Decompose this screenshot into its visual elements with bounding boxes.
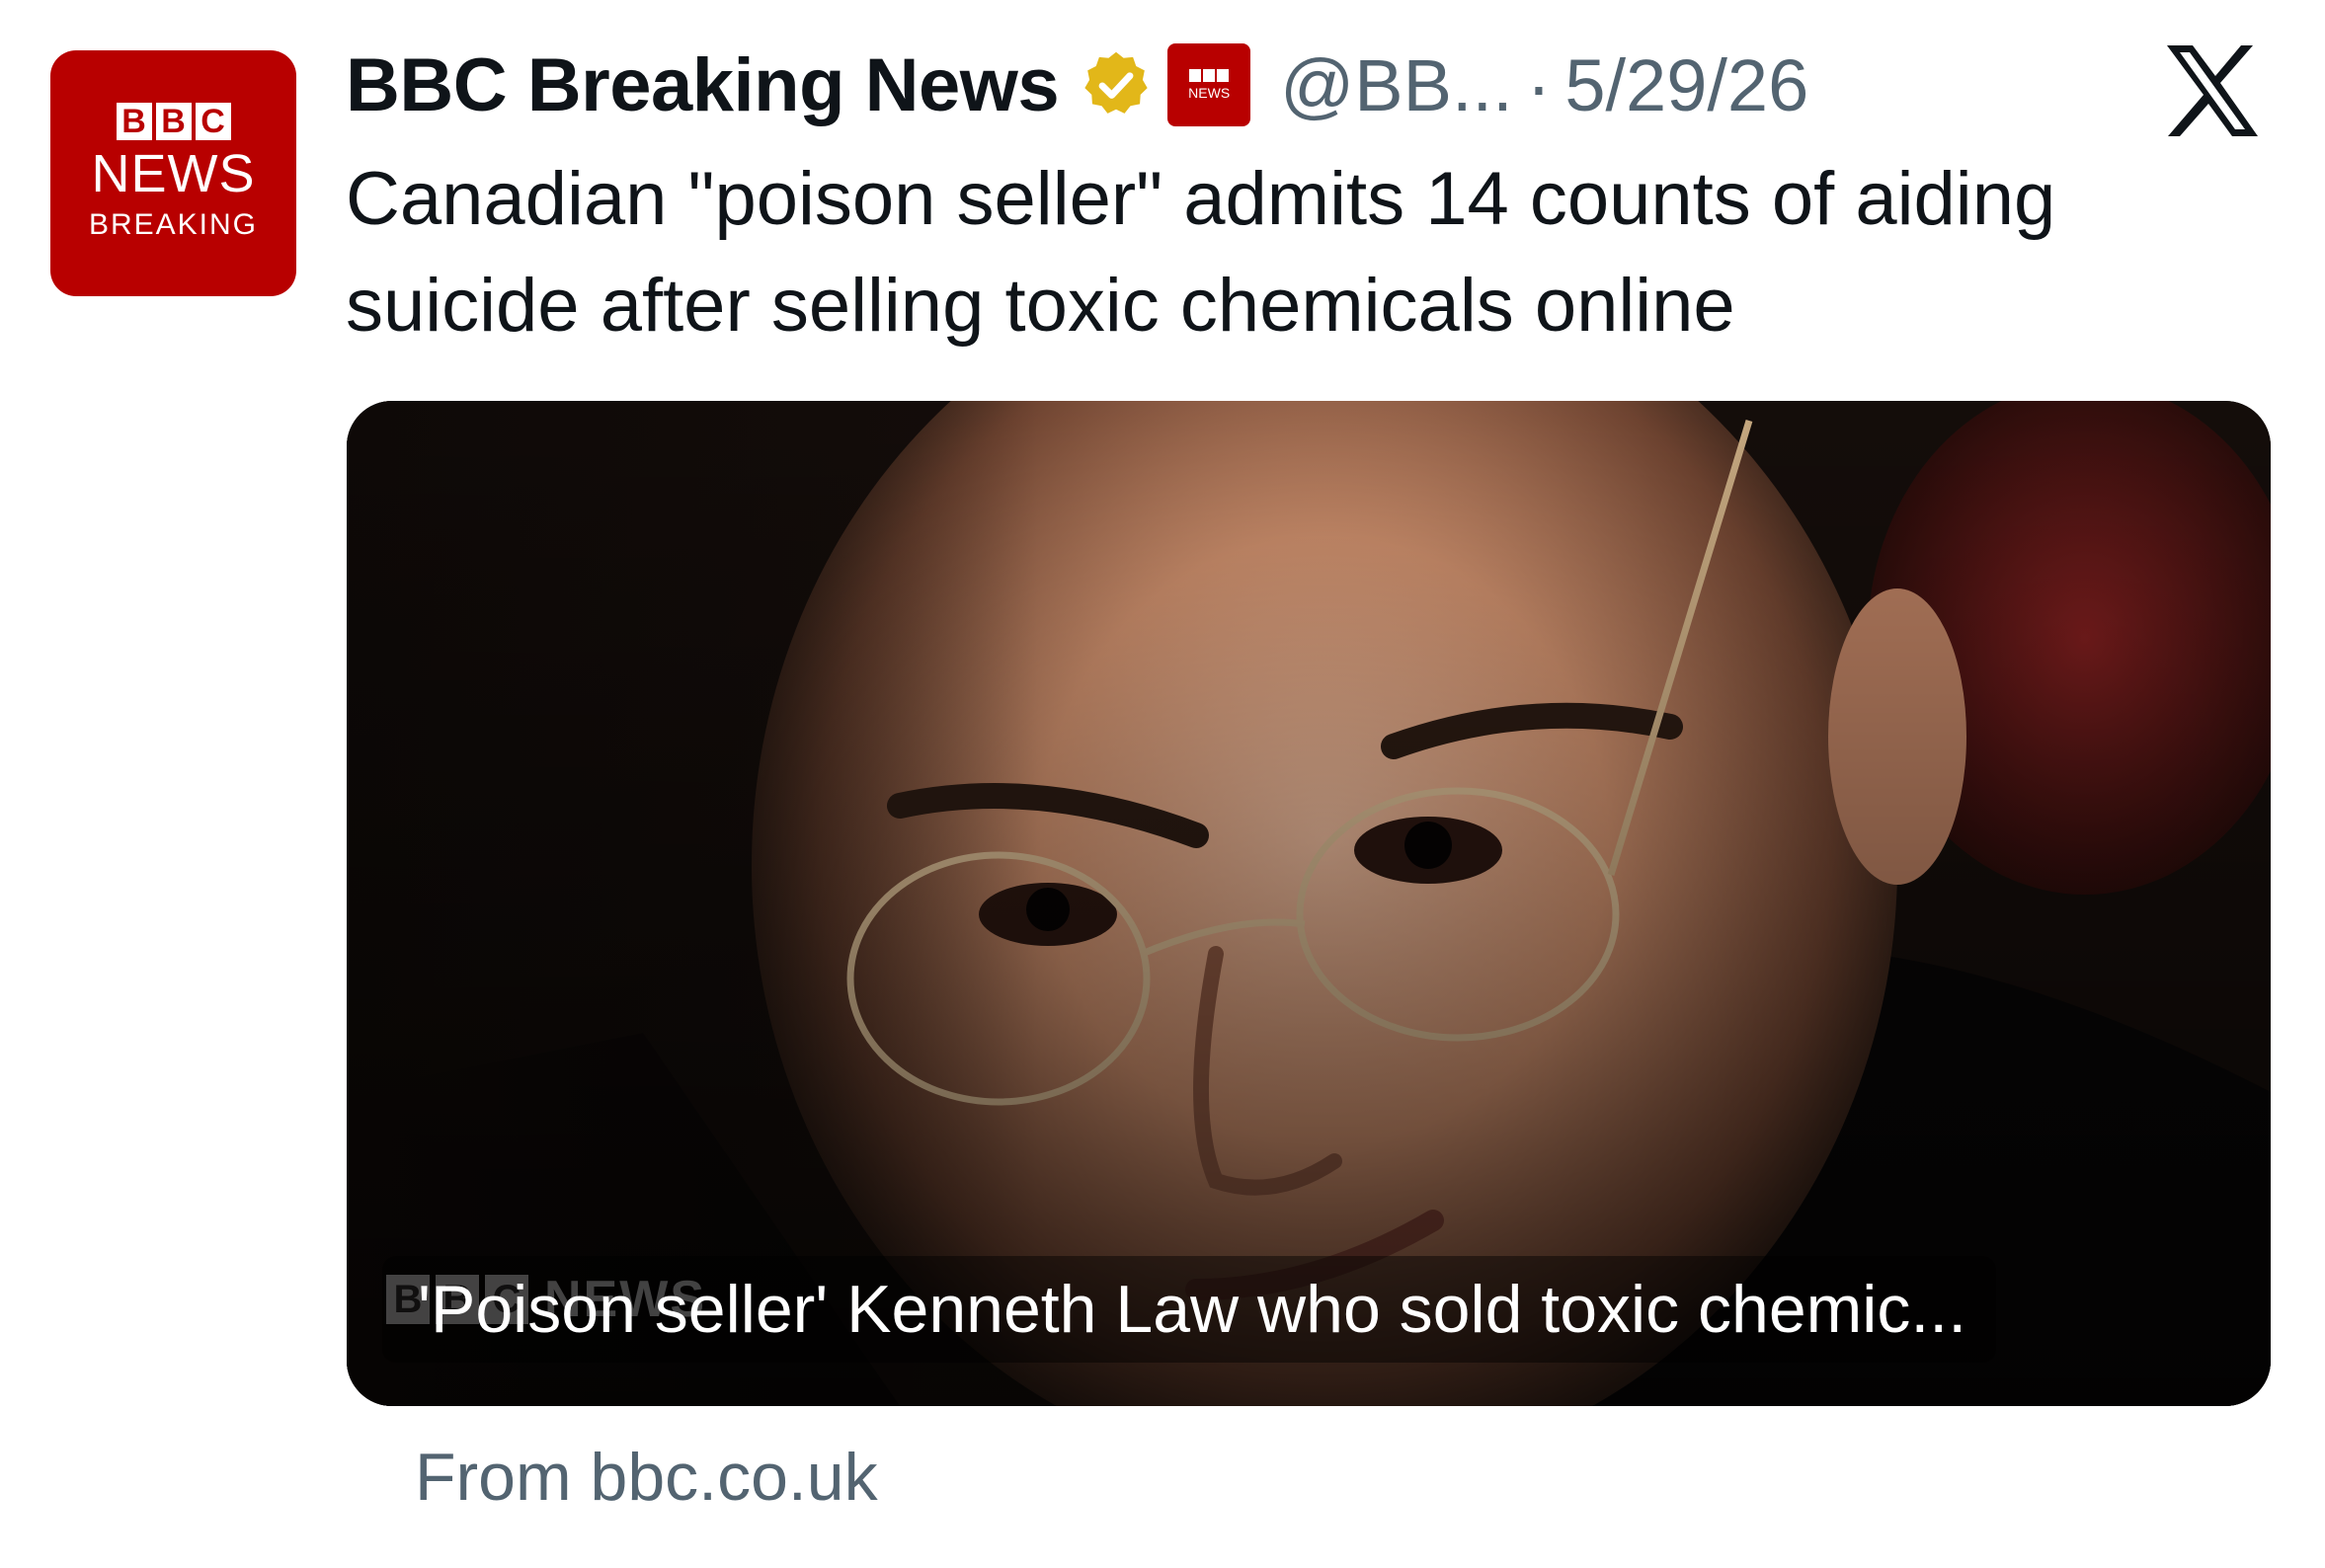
bbc-block-2: B (155, 102, 192, 140)
tweet-date[interactable]: 5/29/26 (1564, 43, 1808, 127)
affiliate-block-2 (1203, 69, 1216, 82)
verified-badge-icon[interactable] (1079, 47, 1154, 122)
affiliate-badge-icon[interactable]: NEWS (1167, 43, 1251, 126)
user-handle[interactable]: @BB... (1280, 43, 1513, 127)
tweet-header: BBC Breaking News NEWS @BB... · 5/29/26 (346, 38, 1808, 132)
tweet-text: Canadian "poison seller" admits 14 count… (346, 157, 2056, 348)
avatar-breaking-text: BREAKING (88, 207, 259, 241)
separator-dot: · (1526, 43, 1552, 126)
bbc-block-1: B (116, 102, 152, 140)
affiliate-news-text: NEWS (1188, 85, 1231, 101)
affiliate-block-1 (1189, 69, 1202, 82)
affiliate-blocks (1189, 69, 1230, 82)
avatar-news-text: NEWS (91, 143, 256, 203)
avatar[interactable]: B B C NEWS BREAKING (50, 50, 296, 296)
media-card[interactable]: B B C NEWS 'Poison seller' Kenneth Law w… (347, 401, 2271, 1406)
link-source[interactable]: From bbc.co.uk (415, 1430, 878, 1525)
affiliate-block-3 (1217, 69, 1230, 82)
x-logo-icon[interactable] (2163, 41, 2262, 140)
media-caption: 'Poison seller' Kenneth Law who sold tox… (382, 1256, 1997, 1363)
bbc-logo-blocks: B B C (116, 102, 231, 140)
tweet-card[interactable]: B B C NEWS BREAKING BBC Breaking News NE… (0, 0, 2325, 1568)
bbc-block-3: C (195, 102, 231, 140)
display-name[interactable]: BBC Breaking News (346, 42, 1060, 128)
